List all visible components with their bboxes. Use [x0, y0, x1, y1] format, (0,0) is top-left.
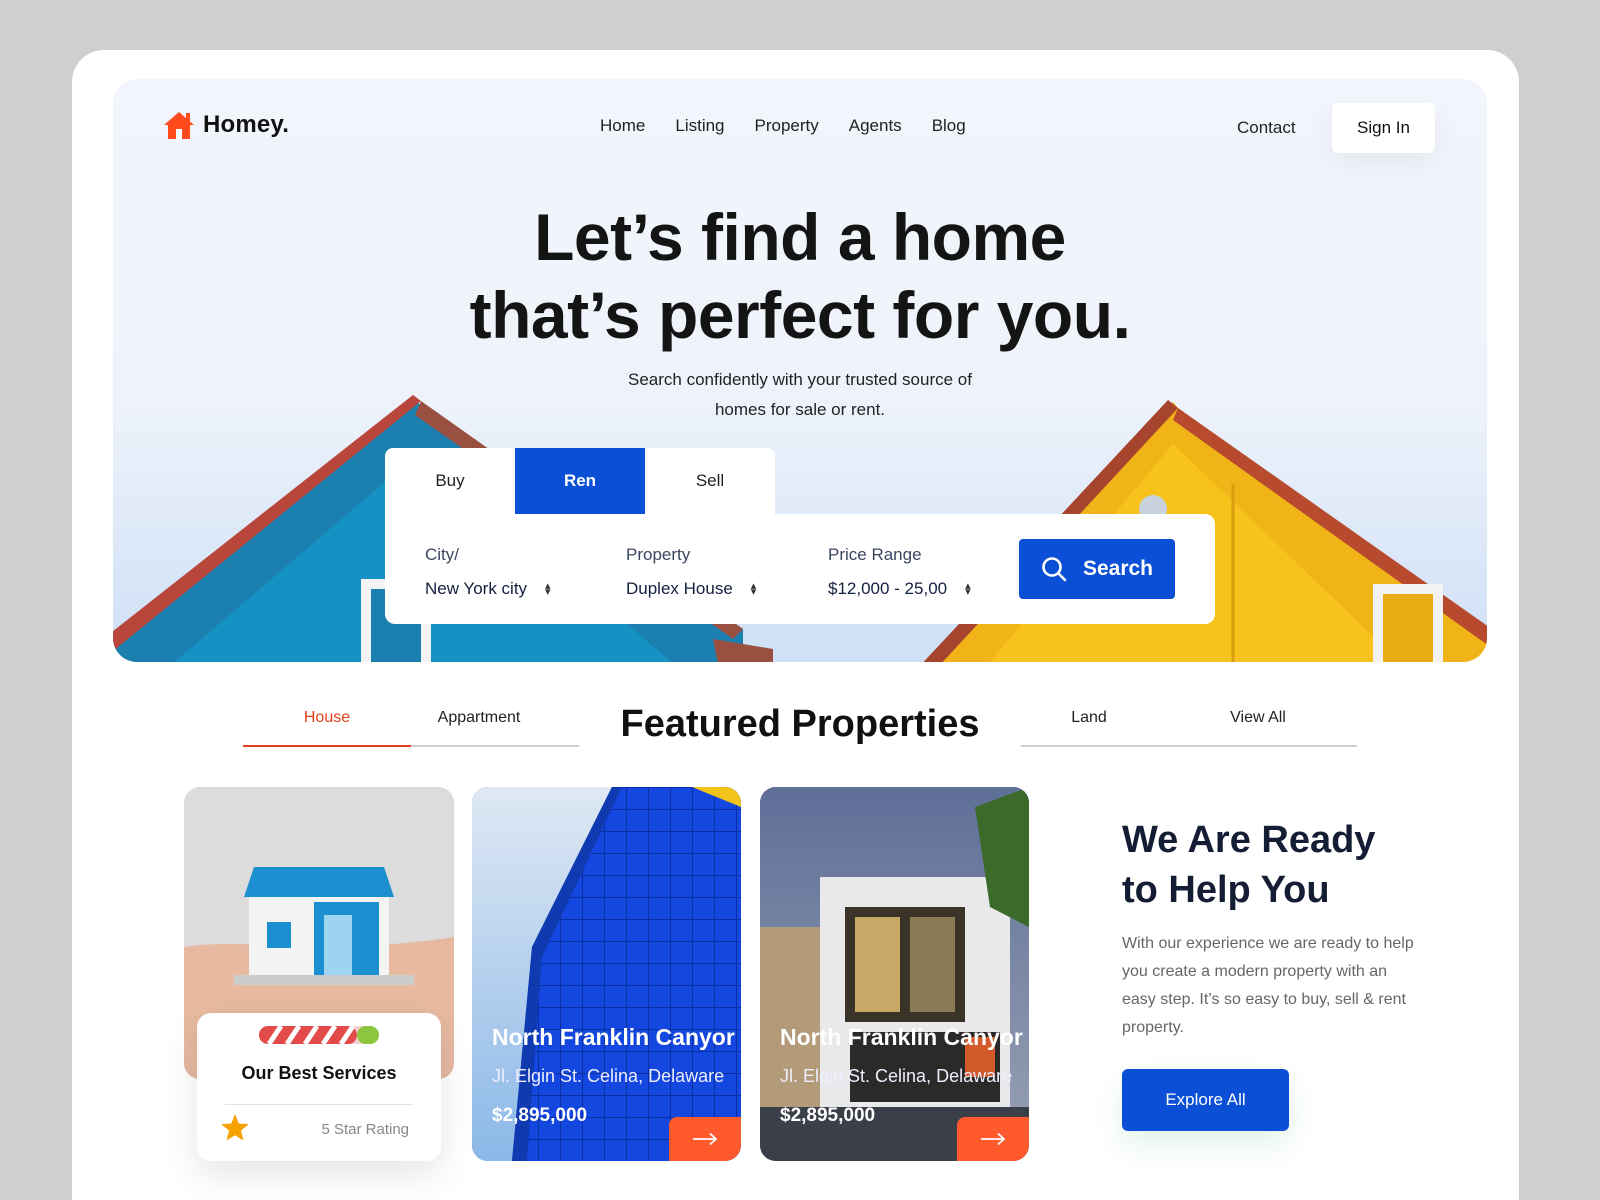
tab-house[interactable]: House [243, 709, 411, 727]
nav-blog[interactable]: Blog [932, 116, 966, 136]
search-button-label: Search [1082, 557, 1154, 580]
search-button[interactable]: Search [1019, 539, 1175, 599]
listing-arrow-button[interactable] [957, 1117, 1029, 1161]
star-icon [221, 1114, 249, 1141]
nav-contact[interactable]: Contact [1237, 118, 1296, 138]
tab-buy[interactable]: Buy [385, 448, 515, 514]
featured-title: Featured Properties [620, 703, 980, 745]
price-range-label: Price Range [828, 545, 922, 564]
help-title-line1: We Are Ready [1122, 819, 1376, 861]
nav-listing[interactable]: Listing [675, 116, 724, 136]
listing-price: $2,895,000 [492, 1105, 588, 1126]
services-title: Our Best Services [241, 1063, 397, 1083]
listing-address: Jl. Elgin St. Celina, Delaware [780, 1066, 1013, 1086]
price-select-arrows-icon[interactable]: ▴ ▾ [965, 581, 971, 598]
rating-text: 5 Star Rating [321, 1121, 409, 1138]
listing-arrow-button[interactable] [669, 1117, 741, 1161]
arrow-right-icon [981, 1132, 1006, 1146]
hero-title: Let’s find a home that’s perfect for you… [400, 198, 1200, 354]
property-field[interactable]: Property Duplex House ▴ ▾ [626, 545, 756, 599]
sign-in-button[interactable]: Sign In [1332, 103, 1435, 153]
property-select-arrows-icon[interactable]: ▴ ▾ [751, 581, 757, 598]
listing-address: Jl. Elgin St. Celina, Delaware [492, 1066, 725, 1086]
city-field[interactable]: City/ New York city ▴ ▾ [425, 545, 551, 599]
help-title-line2: to Help You [1122, 869, 1330, 911]
search-panel: City/ New York city ▴ ▾ Property Duplex H… [385, 514, 1215, 624]
tab-appartment[interactable]: Appartment [395, 709, 563, 727]
arrow-right-icon [693, 1132, 718, 1146]
city-value: New York city [425, 579, 528, 598]
tab-sell[interactable]: Sell [645, 448, 775, 514]
property-value: Duplex House [626, 579, 733, 598]
brand-name: Homey. [203, 111, 290, 138]
price-range-value: $12,000 - 25,00 [828, 579, 948, 598]
house-logo-icon [164, 112, 194, 139]
brand-logo[interactable]: Homey. [163, 110, 289, 140]
hero-title-line1: Let’s find a home [534, 200, 1066, 274]
nav-property[interactable]: Property [755, 116, 819, 136]
nav-agents[interactable]: Agents [849, 116, 902, 136]
tab-land[interactable]: Land [1005, 709, 1173, 727]
listing-name: North Franklin Canyor [780, 1024, 1023, 1050]
hero-title-line2: that’s perfect for you. [469, 278, 1131, 352]
tab-view-all[interactable]: View All [1174, 709, 1342, 727]
main-nav: Home Listing Property Agents Blog [600, 116, 966, 136]
price-range-field[interactable]: Price Range $12,000 - 25,00 ▴ ▾ [828, 545, 971, 599]
striped-bar-icon [259, 1026, 379, 1044]
nav-home[interactable]: Home [600, 116, 645, 136]
search-icon [1042, 557, 1067, 582]
active-tab-indicator [243, 745, 411, 747]
hero-subtitle-line2: homes for sale or rent. [714, 400, 886, 419]
help-text: With our experience we are ready to help… [1122, 935, 1414, 1036]
hero-subtitle: Search confidently with your trusted sou… [560, 365, 1040, 425]
listing-name: North Franklin Canyor [492, 1024, 735, 1050]
listing-price: $2,895,000 [780, 1105, 876, 1126]
tabs-right-underline [1021, 745, 1357, 747]
city-select-arrows-icon[interactable]: ▴ ▾ [545, 581, 551, 598]
services-card[interactable]: Our Best Services 5 Star Rating [197, 1013, 441, 1161]
listing-card-1[interactable]: North Franklin Canyor Jl. Elgin St. Celi… [472, 787, 741, 1161]
listing-card-2[interactable]: North Franklin Canyor Jl. Elgin St. Celi… [760, 787, 1029, 1161]
property-label: Property [626, 545, 691, 564]
services-divider [225, 1104, 413, 1105]
help-title: We Are Ready to Help You [1122, 815, 1375, 915]
search-tabs: Buy Ren Sell [385, 448, 775, 514]
city-label: City/ [425, 545, 459, 564]
hero-subtitle-line1: Search confidently with your trusted sou… [628, 370, 972, 389]
tab-rent[interactable]: Ren [515, 448, 645, 514]
explore-all-button[interactable]: Explore All [1122, 1069, 1289, 1131]
